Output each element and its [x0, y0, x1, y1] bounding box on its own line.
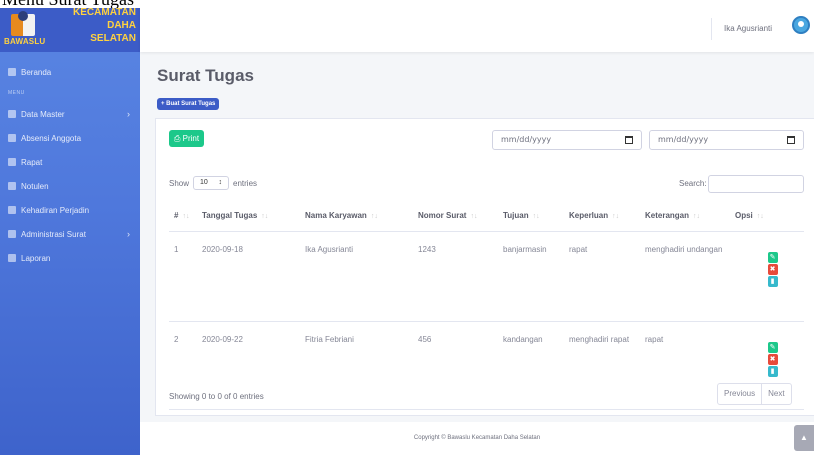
entries-select[interactable]: 10 — [193, 176, 230, 190]
sidebar-item-label: Rapat — [21, 157, 43, 167]
cell-nomor: 456 — [413, 321, 498, 410]
chevron-right-icon: › — [127, 229, 130, 239]
sidebar-item-kehadiran-perjadin[interactable]: Kehadiran Perjadin — [0, 198, 140, 222]
user-name[interactable]: Ika Agusrianti — [724, 24, 772, 33]
column-header-tujuan[interactable]: Tujuan ↑↓ — [498, 201, 564, 232]
column-header-no[interactable]: # ↑↓ — [169, 201, 197, 232]
cell-keperluan: rapat — [564, 231, 640, 322]
edit-icon: ✎ — [769, 253, 776, 261]
print-label: Print — [182, 134, 200, 143]
cell-tujuan: banjarmasin — [498, 231, 564, 322]
footer: Copyright © Bawaslu Kecamatan Daha Selat… — [140, 422, 814, 455]
page-title: Surat Tugas — [157, 66, 254, 85]
topbar-divider — [711, 18, 712, 40]
cell-no: 1 — [169, 231, 197, 322]
sidebar-item-label: Kehadiran Perjadin — [21, 205, 90, 215]
table-row: 1 2020-09-18 Ika Agusrianti 1243 banjarm… — [169, 231, 804, 322]
date-from-placeholder: mm/dd/yyyy — [501, 135, 552, 144]
next-button[interactable]: Next — [761, 384, 790, 404]
sidebar-item-laporan[interactable]: Laporan — [0, 246, 140, 270]
date-to-placeholder: mm/dd/yyyy — [658, 135, 709, 144]
date-from-input[interactable]: mm/dd/yyyy — [492, 130, 642, 150]
sidebar-item-label: Notulen — [21, 181, 49, 191]
sidebar-item-beranda[interactable]: Beranda — [0, 60, 140, 84]
cell-opsi: ✎ ✖ ▮ — [730, 231, 804, 322]
caption-text: Menu Surat Tugas — [2, 0, 134, 8]
table-row: 2 2020-09-22 Fitria Febriani 456 kandang… — [169, 321, 804, 410]
cell-nama: Ika Agusrianti — [300, 231, 413, 322]
close-icon: ✖ — [769, 265, 776, 273]
column-header-nomor-surat[interactable]: Nomor Surat ↑↓ — [413, 201, 498, 232]
report-icon — [8, 254, 16, 262]
cell-keterangan: menghadiri undangan — [640, 231, 730, 322]
sidebar-item-label: Administrasi Surat — [21, 229, 86, 239]
calendar-icon[interactable] — [787, 136, 795, 144]
car-icon — [8, 206, 16, 214]
calendar-icon[interactable] — [625, 136, 633, 144]
column-header-keterangan[interactable]: Keterangan ↑↓ — [640, 201, 730, 232]
cell-nomor: 1243 — [413, 231, 498, 322]
print-button[interactable]: ⎙ Print — [169, 130, 205, 147]
detail-button[interactable]: ▮ — [767, 275, 778, 287]
sidebar-item-data-master[interactable]: Data Master › — [0, 102, 140, 126]
sidebar-item-notulen[interactable]: Notulen — [0, 174, 140, 198]
sidebar-item-label: Laporan — [21, 253, 51, 263]
surat-tugas-card: ⎙ Print mm/dd/yyyy mm/dd/yyyy Show 10 en… — [155, 118, 814, 416]
column-header-opsi[interactable]: Opsi ↑↓ — [730, 201, 804, 232]
search-input[interactable] — [708, 175, 804, 193]
file-icon — [8, 182, 16, 190]
printer-icon: ⎙ — [174, 134, 181, 143]
avatar[interactable] — [792, 16, 810, 34]
sidebar-item-absensi-anggota[interactable]: Absensi Anggota — [0, 126, 140, 150]
sidebar-item-label: Data Master — [21, 109, 65, 119]
entries-label: entries — [233, 178, 258, 188]
cell-nama: Fitria Febriani — [300, 321, 413, 410]
close-icon: ✖ — [769, 355, 776, 363]
edit-button[interactable]: ✎ — [767, 251, 778, 263]
delete-button[interactable]: ✖ — [767, 263, 778, 275]
table-header-row: # ↑↓ Tanggal Tugas ↑↓ Nama Karyawan ↑↓ Nomo… — [169, 201, 804, 232]
chevron-up-icon: ▲ — [800, 433, 808, 442]
detail-button[interactable]: ▮ — [767, 365, 778, 377]
edit-icon: ✎ — [769, 343, 776, 351]
folder-icon — [8, 110, 16, 118]
brand-org: BAWASLU — [4, 37, 46, 46]
caption-strip: Menu Surat Tugas — [0, 0, 814, 8]
sidebar-item-label: Absensi Anggota — [21, 133, 82, 143]
show-label: Show — [169, 178, 190, 188]
edit-button[interactable]: ✎ — [767, 341, 778, 353]
search-label: Search: — [679, 179, 707, 188]
sidebar: BAWASLU KECAMATAN DAHA SELATAN Beranda M… — [0, 0, 140, 455]
fingerprint-icon — [8, 134, 16, 142]
cell-keperluan: menghadiri rapat — [564, 321, 640, 410]
chevron-right-icon: › — [127, 109, 130, 119]
cell-tanggal: 2020-09-18 — [197, 231, 300, 322]
table-info: Showing 0 to 0 of 0 entries — [169, 392, 264, 401]
previous-button[interactable]: Previous — [718, 384, 761, 404]
sidebar-heading-menu: MENU — [8, 90, 25, 96]
scroll-to-top-button[interactable]: ▲ — [794, 425, 814, 451]
users-icon — [8, 158, 16, 166]
surat-tugas-table: # ↑↓ Tanggal Tugas ↑↓ Nama Karyawan ↑↓ Nomo… — [169, 201, 804, 410]
envelope-icon — [8, 230, 16, 238]
file-icon: ▮ — [770, 367, 775, 375]
entries-length-control: Show 10 entries — [169, 176, 257, 190]
dashboard-icon — [8, 68, 16, 76]
cell-tujuan: kandangan — [498, 321, 564, 410]
column-header-nama-karyawan[interactable]: Nama Karyawan ↑↓ — [300, 201, 413, 232]
sidebar-item-label: Beranda — [21, 67, 52, 77]
column-header-tanggal-tugas[interactable]: Tanggal Tugas ↑↓ — [197, 201, 300, 232]
brand-title: KECAMATAN DAHA SELATAN — [73, 7, 136, 44]
column-header-keperluan[interactable]: Keperluan ↑↓ — [564, 201, 640, 232]
footer-copyright: Copyright © Bawaslu Kecamatan Daha Selat… — [413, 435, 541, 441]
sidebar-nav: Beranda MENU Data Master › Absensi Anggo… — [0, 60, 140, 270]
create-surat-tugas-button[interactable]: + Buat Surat Tugas — [157, 98, 220, 110]
delete-button[interactable]: ✖ — [767, 353, 778, 365]
pagination: Previous Next — [717, 383, 792, 405]
file-icon: ▮ — [770, 277, 775, 285]
sidebar-item-rapat[interactable]: Rapat — [0, 150, 140, 174]
date-to-input[interactable]: mm/dd/yyyy — [649, 130, 804, 150]
sidebar-item-administrasi-surat[interactable]: Administrasi Surat › — [0, 222, 140, 246]
